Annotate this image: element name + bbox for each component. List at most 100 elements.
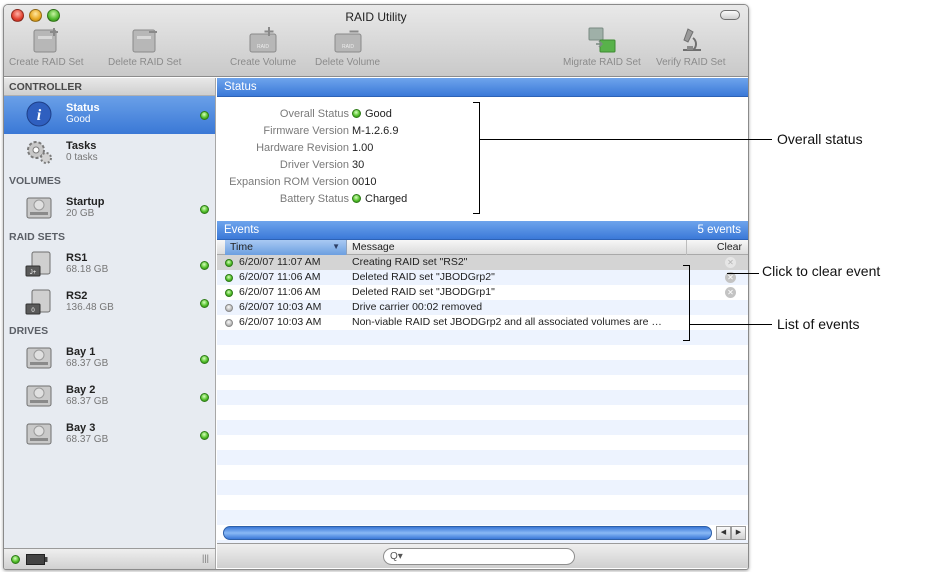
info-icon: i — [26, 101, 52, 127]
event-row[interactable]: 6/20/07 11:07 AM Creating RAID set "RS2"… — [217, 255, 748, 270]
clear-event-icon[interactable]: ✕ — [725, 257, 736, 268]
delete-raid-set-icon — [132, 29, 157, 53]
empty-row — [217, 480, 748, 495]
sidebar-item-status[interactable]: i Status Good — [4, 96, 215, 134]
hardware-revision-row: Hardware Revision 1.00 — [217, 140, 577, 157]
empty-row — [217, 345, 748, 360]
sidebar-item-tasks[interactable]: Tasks 0 tasks — [4, 134, 215, 172]
expansion-rom-version-label: Expansion ROM Version — [229, 176, 349, 188]
event-message: Non-viable RAID set JBODGrp2 and all ass… — [352, 316, 662, 328]
status-header: Status — [217, 78, 748, 97]
horizontal-scrollbar[interactable]: ◀ ▶ — [223, 526, 748, 540]
sidebar-item-raid-set-rs2[interactable]: 0 RS2 136.48 GB — [4, 284, 215, 322]
event-gray-led-icon — [225, 304, 233, 312]
event-gray-led-icon — [225, 319, 233, 327]
scroll-left-button[interactable]: ◀ — [716, 526, 731, 540]
raid-set-led-icon — [200, 299, 209, 308]
events-list: 6/20/07 11:07 AM Creating RAID set "RS2"… — [217, 255, 748, 555]
overall-status-leader-line — [480, 139, 772, 140]
verify-raid-set-button[interactable]: Verify RAID Set — [656, 26, 725, 68]
toolbar-toggle-button[interactable] — [720, 10, 740, 20]
empty-row — [217, 375, 748, 390]
sidebar-item-drive-bay-1[interactable]: Bay 1 68.37 GB — [4, 340, 215, 378]
driver-version-label: Driver Version — [279, 159, 349, 171]
event-green-led-icon — [225, 289, 233, 297]
tasks-item-name: Tasks — [66, 140, 97, 152]
delete-volume-button[interactable]: RAID Delete Volume — [315, 26, 380, 68]
search-field[interactable]: Q▾ — [383, 548, 575, 565]
overall-status-label: Overall Status — [279, 108, 349, 120]
good-led-icon — [352, 109, 361, 118]
status-panel: Overall Status Good Firmware Version M-1… — [217, 97, 748, 221]
migrate-raid-set-button[interactable]: Migrate RAID Set — [563, 26, 641, 68]
hard-drive-icon — [26, 423, 52, 445]
svg-text:i: i — [37, 107, 42, 124]
tasks-item-sub: 0 tasks — [66, 152, 98, 163]
create-volume-label: Create Volume — [230, 57, 297, 68]
event-time: 6/20/07 11:07 AM — [239, 256, 321, 268]
overall-status-callout: Overall status — [777, 131, 863, 147]
expansion-rom-version-row: Expansion ROM Version 0010 — [217, 174, 577, 191]
hardware-revision-label: Hardware Revision — [256, 142, 349, 154]
list-of-events-callout: List of events — [777, 316, 860, 332]
sidebar-item-raid-set-rs1[interactable]: J+ RS1 68.18 GB — [4, 246, 215, 284]
empty-row — [217, 450, 748, 465]
delete-raid-set-button[interactable]: Delete RAID Set — [108, 26, 181, 68]
battery-status-row: Battery Status Charged — [217, 191, 577, 208]
delete-raid-set-label: Delete RAID Set — [108, 57, 182, 68]
sidebar-item-drive-bay-2[interactable]: Bay 2 68.37 GB — [4, 378, 215, 416]
battery-status-label: Battery Status — [279, 193, 349, 205]
gears-icon — [27, 141, 52, 164]
clear-event-icon[interactable]: ✕ — [725, 287, 736, 298]
search-icon: Q▾ — [390, 551, 403, 562]
create-raid-set-button[interactable]: Create RAID Set — [9, 26, 83, 68]
driver-version-value: 30 — [352, 159, 365, 171]
hard-drive-icon — [26, 197, 52, 219]
time-column-label: Time — [230, 241, 253, 253]
status-item-sub: Good — [66, 114, 91, 125]
create-raid-set-label: Create RAID Set — [9, 57, 84, 68]
scroll-right-button[interactable]: ▶ — [731, 526, 746, 540]
verify-raid-set-label: Verify RAID Set — [656, 57, 726, 68]
sidebar-footer: ||| — [4, 548, 216, 569]
svg-text:RAID: RAID — [342, 44, 354, 50]
event-row[interactable]: 6/20/07 11:06 AM Deleted RAID set "JBODG… — [217, 285, 748, 300]
event-row[interactable]: 6/20/07 10:03 AM Non-viable RAID set JBO… — [217, 315, 748, 330]
create-raid-set-icon — [33, 28, 59, 53]
drive-size: 68.37 GB — [66, 358, 109, 369]
migrate-raid-set-icon — [588, 27, 616, 53]
raid-sets-section-header: RAID SETS — [9, 231, 66, 243]
event-time: 6/20/07 11:06 AM — [239, 271, 321, 283]
raid-set-size: 68.18 GB — [66, 264, 109, 275]
drive-led-icon — [200, 431, 209, 440]
sidebar-item-volume-startup[interactable]: Startup 20 GB — [4, 190, 215, 228]
raid-utility-window: RAID Utility Create RAID Set Delete RAID… — [3, 4, 749, 570]
volume-led-icon — [200, 205, 209, 214]
drive-name: Bay 3 — [66, 422, 96, 434]
event-row[interactable]: 6/20/07 10:03 AM Drive carrier 00:02 rem… — [217, 300, 748, 315]
controller-section-header: CONTROLLER — [4, 78, 215, 96]
message-column-header[interactable]: Message — [347, 240, 687, 255]
bottom-bar: Q▾ — [217, 543, 748, 568]
title-toolbar: RAID Utility Create RAID Set Delete RAID… — [4, 5, 748, 77]
sidebar-resize-handle[interactable]: ||| — [202, 553, 209, 563]
overall-status-bracket — [473, 102, 480, 214]
empty-row — [217, 495, 748, 510]
time-column-header[interactable]: Time ▼ — [225, 240, 347, 255]
events-header-label: Events — [224, 224, 260, 236]
scrollbar-thumb[interactable] — [223, 526, 712, 540]
battery-icon — [26, 554, 48, 565]
event-row[interactable]: 6/20/07 11:06 AM Deleted RAID set "JBODG… — [217, 270, 748, 285]
sidebar: CONTROLLER i Status Good Tasks 0 tasks V… — [4, 78, 216, 549]
microscope-icon — [682, 28, 701, 51]
create-volume-button[interactable]: RAID Create Volume — [230, 26, 296, 68]
clear-column-header[interactable]: Clear — [702, 240, 742, 255]
delete-volume-label: Delete Volume — [315, 57, 381, 68]
hard-drive-icon — [26, 347, 52, 369]
svg-text:RAID: RAID — [257, 44, 269, 50]
charged-led-icon — [352, 194, 361, 203]
empty-row — [217, 405, 748, 420]
sidebar-item-drive-bay-3[interactable]: Bay 3 68.37 GB — [4, 416, 215, 454]
event-message: Drive carrier 00:02 removed — [352, 301, 483, 313]
overall-status-row: Overall Status Good — [217, 106, 577, 123]
